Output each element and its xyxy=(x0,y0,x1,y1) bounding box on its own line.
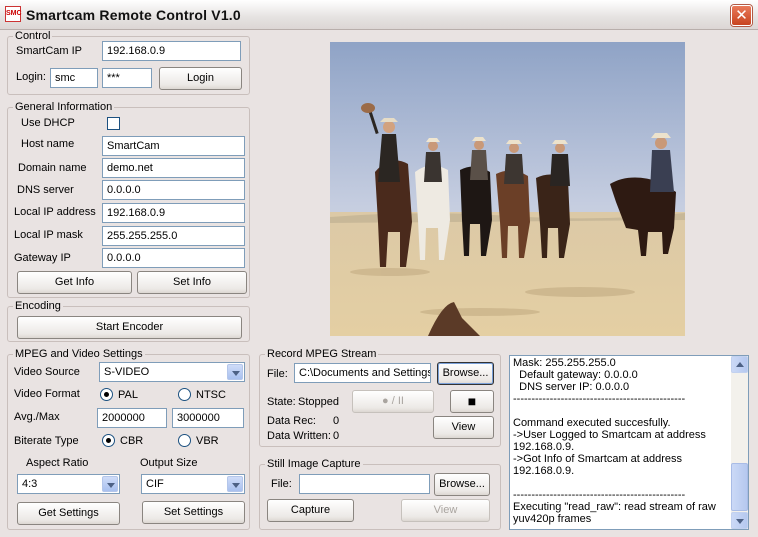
stop-icon: ■ xyxy=(467,393,477,409)
username-input[interactable]: smc xyxy=(50,68,98,88)
log-line: Mask: 255.255.255.0 xyxy=(513,357,616,369)
log-line: DNS server IP: 0.0.0.0 xyxy=(513,381,630,393)
set-settings-button[interactable]: Set Settings xyxy=(142,501,245,524)
vbr-radio[interactable] xyxy=(178,434,191,447)
general-info-legend: General Information xyxy=(13,101,115,113)
still-browse-button[interactable]: Browse... xyxy=(434,473,490,496)
set-info-button[interactable]: Set Info xyxy=(137,271,247,294)
close-button[interactable]: ✕ xyxy=(731,5,752,26)
host-name-label: Host name xyxy=(21,138,75,150)
data-written-label: Data Written: xyxy=(267,430,331,442)
video-source-label: Video Source xyxy=(14,366,80,378)
output-size-value: CIF xyxy=(146,478,164,490)
login-label: Login: xyxy=(16,71,46,83)
still-capture-legend: Still Image Capture xyxy=(265,458,363,470)
log-line: ->Got Info of Smartcam at address 192.16… xyxy=(513,453,686,477)
local-ip-label: Local IP address xyxy=(14,206,96,218)
chevron-down-icon[interactable] xyxy=(227,476,243,492)
record-view-button[interactable]: View xyxy=(433,416,494,439)
log-line: Executing "read_raw": read stream of raw… xyxy=(513,501,719,525)
max-bitrate-input[interactable]: 3000000 xyxy=(172,408,244,428)
log-scrollbar[interactable] xyxy=(731,356,748,529)
local-mask-input[interactable]: 255.255.255.0 xyxy=(102,226,245,246)
ntsc-label: NTSC xyxy=(196,389,226,401)
still-view-button[interactable]: View xyxy=(401,499,490,522)
app-icon: SMC xyxy=(5,6,22,22)
bitrate-type-label: Biterate Type xyxy=(14,435,79,447)
local-mask-label: Local IP mask xyxy=(14,229,83,241)
smartcam-ip-input[interactable]: 192.168.0.9 xyxy=(102,41,241,61)
use-dhcp-label: Use DHCP xyxy=(21,117,75,129)
record-legend: Record MPEG Stream xyxy=(265,348,379,360)
mpeg-settings-legend: MPEG and Video Settings xyxy=(13,348,145,360)
scroll-up-icon[interactable] xyxy=(731,356,748,373)
aspect-ratio-select[interactable]: 4:3 xyxy=(17,474,120,494)
log-output[interactable]: Mask: 255.255.255.0 Default gateway: 0.0… xyxy=(509,355,749,530)
domain-name-label: Domain name xyxy=(18,162,87,174)
video-source-value: S-VIDEO xyxy=(104,366,150,378)
cbr-radio[interactable] xyxy=(102,434,115,447)
output-size-label: Output Size xyxy=(140,457,198,469)
local-ip-input[interactable]: 192.168.0.9 xyxy=(102,203,245,223)
scroll-down-icon[interactable] xyxy=(731,512,748,529)
aspect-ratio-label: Aspect Ratio xyxy=(26,457,89,469)
avg-max-label: Avg./Max xyxy=(14,411,60,423)
state-value: Stopped xyxy=(298,396,339,408)
log-line: Default gateway: 0.0.0.0 xyxy=(513,369,638,381)
gateway-ip-label: Gateway IP xyxy=(14,252,71,264)
pal-radio[interactable] xyxy=(100,388,113,401)
login-button[interactable]: Login xyxy=(159,67,242,90)
log-line: ----------------------------------------… xyxy=(513,489,686,501)
pal-label: PAL xyxy=(118,389,138,401)
scroll-thumb[interactable] xyxy=(731,463,748,511)
chevron-down-icon[interactable] xyxy=(102,476,118,492)
log-text: Mask: 255.255.255.0 Default gateway: 0.0… xyxy=(513,357,731,525)
dns-server-input[interactable]: 0.0.0.0 xyxy=(102,180,245,200)
state-label: State: xyxy=(267,396,296,408)
start-encoder-button[interactable]: Start Encoder xyxy=(17,316,242,339)
avg-bitrate-input[interactable]: 2000000 xyxy=(97,408,167,428)
record-file-input[interactable]: C:\Documents and Settings xyxy=(294,363,431,383)
smartcam-ip-label: SmartCam IP xyxy=(16,45,83,57)
domain-name-input[interactable]: demo.net xyxy=(102,158,245,178)
output-size-select[interactable]: CIF xyxy=(141,474,245,494)
video-source-select[interactable]: S-VIDEO xyxy=(99,362,245,382)
get-settings-button[interactable]: Get Settings xyxy=(17,502,120,525)
log-line: ----------------------------------------… xyxy=(513,393,686,405)
dns-server-label: DNS server xyxy=(17,184,74,196)
stop-button[interactable]: ■ xyxy=(450,390,494,413)
get-info-button[interactable]: Get Info xyxy=(17,271,132,294)
gateway-ip-input[interactable]: 0.0.0.0 xyxy=(102,248,245,268)
camera-preview-image xyxy=(330,42,685,336)
vbr-label: VBR xyxy=(196,435,219,447)
record-browse-button[interactable]: Browse... xyxy=(437,362,494,385)
chevron-down-icon[interactable] xyxy=(227,364,243,380)
data-rec-label: Data Rec: xyxy=(267,415,316,427)
password-input[interactable]: *** xyxy=(102,68,152,88)
ntsc-radio[interactable] xyxy=(178,388,191,401)
record-pause-button[interactable]: ● / II xyxy=(352,390,434,413)
still-file-label: File: xyxy=(271,478,292,490)
data-written-value: 0 xyxy=(333,430,340,442)
log-line: Command executed succesfully. xyxy=(513,417,671,429)
aspect-ratio-value: 4:3 xyxy=(22,478,38,490)
window-title: Smartcam Remote Control V1.0 xyxy=(26,7,241,23)
record-file-label: File: xyxy=(267,368,288,380)
host-name-input[interactable]: SmartCam xyxy=(102,136,245,156)
use-dhcp-checkbox[interactable] xyxy=(107,117,120,130)
encoding-legend: Encoding xyxy=(13,300,63,312)
title-bar: SMC Smartcam Remote Control V1.0 ✕ xyxy=(0,0,758,30)
log-line: ->User Logged to Smartcam at address 192… xyxy=(513,429,709,453)
capture-button[interactable]: Capture xyxy=(267,499,354,522)
cbr-label: CBR xyxy=(120,435,144,447)
control-legend: Control xyxy=(13,30,53,42)
data-rec-value: 0 xyxy=(333,415,340,427)
video-format-label: Video Format xyxy=(14,388,80,400)
still-file-input[interactable] xyxy=(299,474,430,494)
